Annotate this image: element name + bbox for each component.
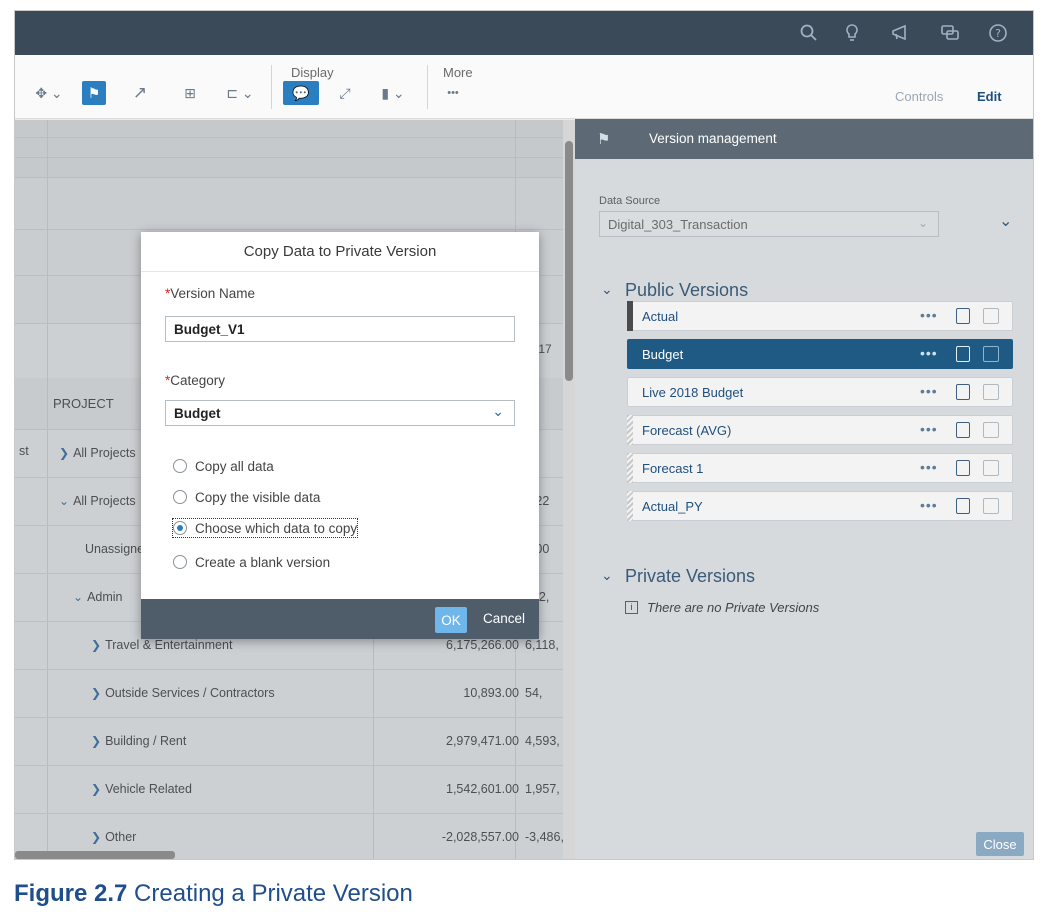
edit-button[interactable]: Edit xyxy=(977,89,1002,104)
version-row-budget[interactable]: Budget ••• xyxy=(627,339,1013,369)
app-window: ? ✥ ⌄ ⚑ ↗ ⊞ ⊏ ⌄ Display 💬 ⤢ ▮ ⌄ More •••… xyxy=(14,10,1034,860)
category-label: *Category xyxy=(165,373,225,388)
radio-button[interactable] xyxy=(173,459,187,473)
category-value: Budget xyxy=(174,406,221,421)
version-name: Forecast 1 xyxy=(642,461,704,476)
radio-button[interactable] xyxy=(173,555,187,569)
version-name-label-text: Version Name xyxy=(170,286,256,301)
more-dots-icon[interactable]: ••• xyxy=(920,497,938,513)
hierarchy-icon[interactable]: ⊏ ⌄ xyxy=(220,81,260,105)
figure-caption-text: Creating a Private Version xyxy=(134,880,413,907)
more-dots-icon[interactable]: ••• xyxy=(920,421,938,437)
chevron-down-icon[interactable]: ⌄ xyxy=(492,403,504,420)
arrow-up-right-icon[interactable]: ↗ xyxy=(129,81,151,105)
ok-button[interactable]: OK xyxy=(435,607,467,633)
bookmark-icon[interactable]: ▮ ⌄ xyxy=(375,81,411,105)
option-label: Create a blank version xyxy=(195,554,331,570)
copy-icon[interactable] xyxy=(956,422,970,438)
version-name: Live 2018 Budget xyxy=(642,385,744,400)
figure-number: Figure 2.7 xyxy=(14,880,128,907)
category-select[interactable]: Budget ⌄ xyxy=(165,400,515,426)
copy-icon[interactable] xyxy=(956,460,970,476)
version-row-forecast-avg[interactable]: Forecast (AVG) ••• xyxy=(627,415,1013,445)
version-stripe xyxy=(627,415,633,445)
copy-to-private-icon[interactable] xyxy=(983,422,999,438)
dialog-footer: OK Cancel xyxy=(141,599,539,639)
version-stripe xyxy=(627,491,633,521)
version-management-icon: ⚑ xyxy=(597,131,611,148)
version-name: Actual xyxy=(642,309,679,324)
move-icon[interactable]: ✥ ⌄ xyxy=(31,81,67,105)
version-stripe xyxy=(627,301,633,331)
comment-icon[interactable]: 💬 xyxy=(283,81,319,105)
shell-bar: ? xyxy=(15,11,1033,55)
option-label: Copy all data xyxy=(195,458,274,474)
more-dots-icon[interactable]: ••• xyxy=(443,81,463,105)
radio-button-selected[interactable] xyxy=(173,521,187,535)
help-icon[interactable]: ? xyxy=(987,22,1009,44)
category-label-text: Category xyxy=(170,373,226,388)
megaphone-icon[interactable] xyxy=(889,22,911,44)
more-dots-icon[interactable]: ••• xyxy=(920,307,938,323)
version-name: Forecast (AVG) xyxy=(642,423,732,438)
svg-text:?: ? xyxy=(995,27,1001,40)
option-label: Copy the visible data xyxy=(195,489,321,505)
chat-icon[interactable] xyxy=(939,22,961,44)
version-stripe xyxy=(627,453,633,483)
version-row-forecast-1[interactable]: Forecast 1 ••• xyxy=(627,453,1013,483)
panel-title: Version management xyxy=(649,131,777,146)
panel-header: ⚑ Version management xyxy=(575,119,1033,159)
copy-icon[interactable] xyxy=(956,498,970,514)
version-management-panel: ⚑ Version management Data Source Digital… xyxy=(575,119,1033,859)
table-lock-icon[interactable]: ⊞ xyxy=(177,81,203,105)
copy-to-private-icon[interactable] xyxy=(983,384,999,400)
version-name-input[interactable]: Budget_V1 xyxy=(165,316,515,342)
dialog-title: Copy Data to Private Version xyxy=(141,232,539,272)
more-dots-icon[interactable]: ••• xyxy=(920,345,938,361)
figure-caption: Figure 2.7 Creating a Private Version xyxy=(14,880,413,908)
more-dots-icon[interactable]: ••• xyxy=(920,459,938,475)
copy-to-private-icon[interactable] xyxy=(983,308,999,324)
option-choose-data[interactable]: Choose which data to copy xyxy=(171,518,359,538)
copy-to-private-dialog: Copy Data to Private Version *Version Na… xyxy=(141,232,539,639)
display-group-label: Display xyxy=(291,65,334,80)
version-row-actual-py[interactable]: Actual_PY ••• xyxy=(627,491,1013,521)
version-row-actual[interactable]: Actual ••• xyxy=(627,301,1013,331)
vertical-scrollbar-thumb[interactable] xyxy=(565,141,573,381)
controls-button[interactable]: Controls xyxy=(895,89,943,104)
copy-to-private-icon[interactable] xyxy=(983,460,999,476)
version-name: Actual_PY xyxy=(642,499,703,514)
toolbar-separator xyxy=(427,65,428,109)
option-copy-visible[interactable]: Copy the visible data xyxy=(173,488,320,506)
copy-icon[interactable] xyxy=(956,346,970,362)
copy-icon[interactable] xyxy=(956,384,970,400)
version-management-icon[interactable]: ⚑ xyxy=(82,81,106,105)
more-dots-icon[interactable]: ••• xyxy=(920,383,938,399)
copy-to-private-icon[interactable] xyxy=(983,346,999,362)
lightbulb-icon[interactable] xyxy=(841,22,863,44)
option-label: Choose which data to copy xyxy=(195,520,358,536)
toolbar-separator xyxy=(271,65,272,109)
fullscreen-icon[interactable]: ⤢ xyxy=(333,81,357,105)
version-name-label: *Version Name xyxy=(165,286,255,301)
option-blank-version[interactable]: Create a blank version xyxy=(173,553,330,571)
horizontal-scrollbar-thumb[interactable] xyxy=(15,851,175,859)
option-copy-all[interactable]: Copy all data xyxy=(173,457,274,475)
toolbar: ✥ ⌄ ⚑ ↗ ⊞ ⊏ ⌄ Display 💬 ⤢ ▮ ⌄ More ••• C… xyxy=(15,55,1033,119)
version-name: Budget xyxy=(642,347,684,362)
search-icon[interactable] xyxy=(798,22,820,44)
more-group-label: More xyxy=(443,65,473,80)
cancel-button[interactable]: Cancel xyxy=(483,611,525,626)
radio-button[interactable] xyxy=(173,490,187,504)
close-button[interactable]: Close xyxy=(976,832,1024,856)
version-row-live-2018-budget[interactable]: Live 2018 Budget ••• xyxy=(627,377,1013,407)
copy-to-private-icon[interactable] xyxy=(983,498,999,514)
copy-icon[interactable] xyxy=(956,308,970,324)
